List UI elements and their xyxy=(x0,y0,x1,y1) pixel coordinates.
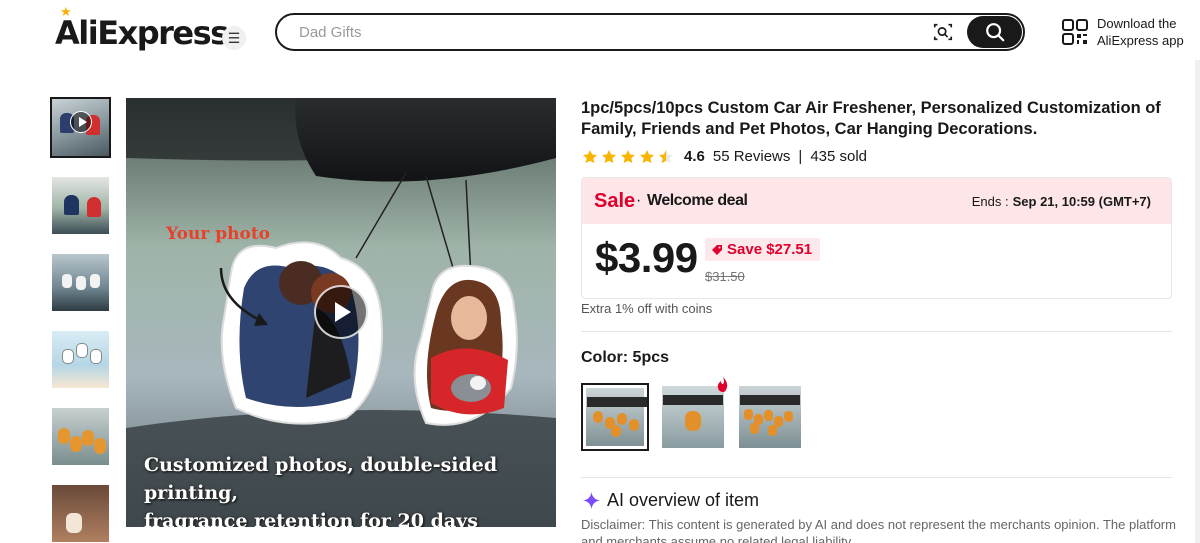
star-rating xyxy=(582,149,674,165)
sparkle-icon xyxy=(583,492,600,509)
logo-star-icon: ★ xyxy=(60,5,72,20)
hot-flame-icon xyxy=(717,377,728,392)
qr-code-icon[interactable] xyxy=(1062,19,1088,45)
coupon-icon xyxy=(712,244,722,255)
star-icon xyxy=(640,149,654,163)
variant-5pcs[interactable] xyxy=(581,383,649,451)
star-icon xyxy=(602,149,616,163)
download-line1: Download the xyxy=(1097,16,1177,31)
thumbnail-3[interactable] xyxy=(52,254,109,311)
price-box: Sale · Welcome deal Ends : Sep 21, 10:59 … xyxy=(581,177,1172,299)
thumbnail-play-icon xyxy=(70,111,92,133)
thumbnail-list xyxy=(50,97,112,543)
coins-offer: Extra 1% off with coins xyxy=(581,301,713,316)
thumbnail-2[interactable] xyxy=(52,177,109,234)
divider xyxy=(581,477,1172,478)
sale-label: Sale xyxy=(594,190,636,212)
ai-overview-title: AI overview of item xyxy=(607,490,760,510)
variant-10pcs[interactable] xyxy=(736,383,804,451)
divider xyxy=(581,331,1172,332)
half-star-icon xyxy=(659,149,673,163)
reviews-link[interactable]: 55 Reviews xyxy=(713,148,791,165)
play-icon xyxy=(335,302,351,322)
deal-ends: Ends : Sep 21, 10:59 (GMT+7) xyxy=(972,194,1151,209)
color-label: Color: 5pcs xyxy=(581,349,670,366)
ends-label: Ends : xyxy=(971,194,1009,209)
image-overlay-caption: Customized photos, double-sided printing… xyxy=(144,451,556,527)
ai-disclaimer: Disclaimer: This content is generated by… xyxy=(581,517,1176,543)
scrollbar[interactable] xyxy=(1195,60,1200,543)
menu-button[interactable]: ☰ xyxy=(222,26,246,50)
rating-row[interactable]: 4.6 55 Reviews | 435 sold xyxy=(582,148,867,165)
overlay-line2: fragrance retention for 20 days xyxy=(144,510,478,527)
download-line2: AliExpress app xyxy=(1097,33,1184,48)
product-title: 1pc/5pcs/10pcs Custom Car Air Freshener,… xyxy=(581,99,1161,138)
main-product-image[interactable]: Your photo Customized photos, double-sid… xyxy=(126,98,556,527)
original-price: $31.50 xyxy=(705,269,745,284)
overlay-line1: Customized photos, double-sided printing… xyxy=(144,454,498,504)
save-amount: Save $27.51 xyxy=(727,241,813,258)
sale-banner: Sale · Welcome deal Ends : Sep 21, 10:59 … xyxy=(582,178,1171,224)
search-input[interactable] xyxy=(299,21,899,43)
thumbnail-4[interactable] xyxy=(52,331,109,388)
thumbnail-1[interactable] xyxy=(50,97,111,158)
current-price: $3.99 xyxy=(595,234,698,281)
search-bar xyxy=(275,13,1025,51)
welcome-deal-label: Welcome deal xyxy=(647,192,748,209)
download-app-link[interactable]: Download the AliExpress app xyxy=(1097,15,1184,49)
sold-count: 435 sold xyxy=(810,148,868,165)
thumbnail-5[interactable] xyxy=(52,408,109,465)
variant-1pc[interactable] xyxy=(659,383,727,451)
thumbnail-6[interactable] xyxy=(52,485,109,542)
logo-text: AliExpress xyxy=(55,14,229,52)
rating-value: 4.6 xyxy=(684,148,705,165)
aliexpress-logo[interactable]: ★ AliExpress xyxy=(55,5,229,52)
your-photo-label: Your photo xyxy=(166,224,271,244)
star-icon xyxy=(583,149,597,163)
dot-separator: · xyxy=(636,192,642,209)
ends-value: Sep 21, 10:59 (GMT+7) xyxy=(1012,194,1151,209)
separator: | xyxy=(798,148,803,165)
search-button[interactable] xyxy=(967,16,1022,48)
image-search-icon[interactable] xyxy=(932,21,954,43)
play-video-button[interactable] xyxy=(314,285,368,339)
save-badge: Save $27.51 xyxy=(705,238,821,261)
hamburger-icon: ☰ xyxy=(227,29,241,46)
star-icon xyxy=(621,149,635,163)
ai-overview-header[interactable]: AI overview of item xyxy=(583,490,759,511)
search-icon xyxy=(985,23,1004,42)
